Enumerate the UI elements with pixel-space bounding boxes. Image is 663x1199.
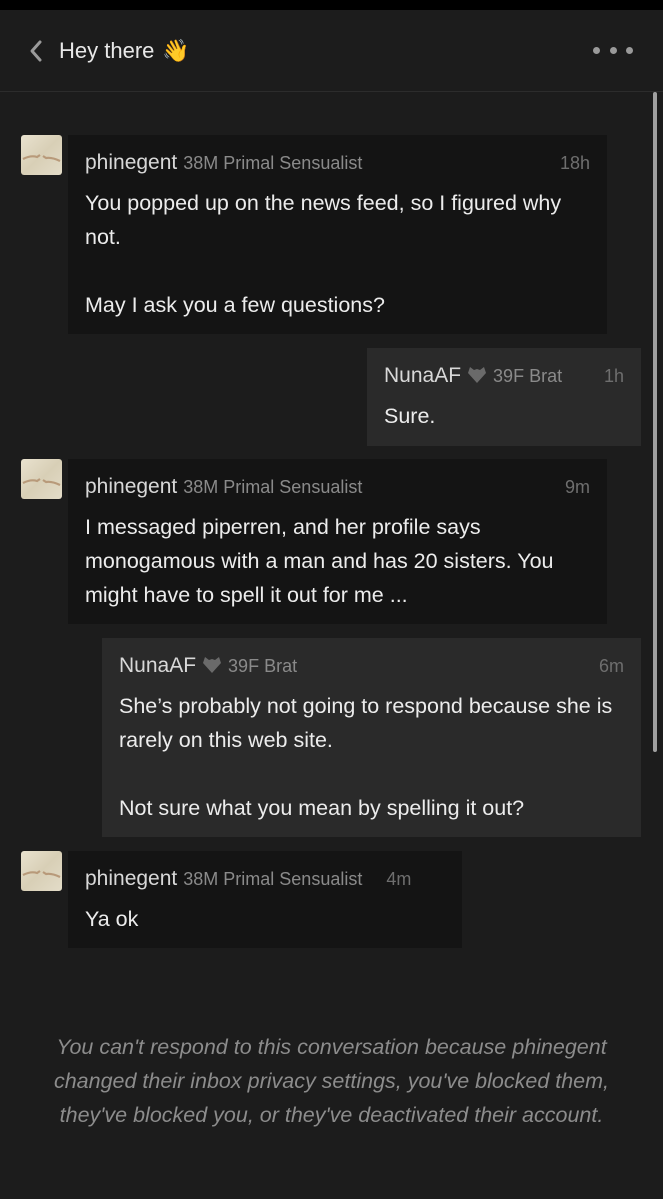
- status-bar-strip: [0, 0, 663, 10]
- message-time: 1h: [603, 366, 624, 386]
- back-button[interactable]: [22, 36, 50, 66]
- message-time: 6m: [598, 656, 624, 676]
- message-time: 4m: [386, 869, 412, 889]
- message-bubble: phinegent 38M Primal Sensualist 18h You …: [68, 135, 607, 334]
- sender-details: 39F Brat: [493, 366, 563, 386]
- message-time: 18h: [559, 153, 590, 173]
- blocked-conversation-notice: You can't respond to this conversation b…: [53, 1035, 610, 1127]
- dot-icon: [593, 46, 600, 54]
- sender-details: 38M Primal Sensualist: [183, 477, 363, 497]
- sender-details: 38M Primal Sensualist: [183, 869, 363, 889]
- message-text: You popped up on the news feed, so I fig…: [85, 191, 562, 317]
- message-bubble: NunaAF 39F Brat 1h Sure.: [367, 348, 641, 446]
- message-bubble: phinegent 38M Primal Sensualist 9m I mes…: [68, 459, 607, 624]
- message-text: She’s probably not going to respond beca…: [119, 694, 613, 820]
- message-bubble: phinegent 38M Primal Sensualist 4m Ya ok: [68, 851, 462, 948]
- conversation-title: Hey there 👋: [59, 34, 190, 68]
- dot-icon: [626, 46, 633, 54]
- message-bubble: NunaAF 39F Brat 6m She’s probably not go…: [102, 638, 641, 837]
- conversation-header: Hey there 👋: [0, 10, 663, 92]
- heart-icon: [467, 366, 487, 389]
- sender-details: 38M Primal Sensualist: [183, 153, 363, 173]
- sender-name[interactable]: phinegent: [85, 867, 177, 891]
- message-text: Ya ok: [85, 907, 139, 931]
- sender-name[interactable]: phinegent: [85, 151, 177, 175]
- dot-icon: [609, 46, 617, 54]
- more-options-button[interactable]: [593, 38, 633, 62]
- avatar-phinegent[interactable]: [21, 135, 62, 175]
- chevron-left-icon: [30, 40, 42, 62]
- message-text: Sure.: [384, 404, 436, 428]
- message-text: I messaged piperren, and her profile say…: [85, 515, 554, 607]
- avatar-image: [22, 478, 61, 486]
- sender-name[interactable]: NunaAF: [384, 364, 461, 388]
- sender-name[interactable]: phinegent: [85, 475, 177, 499]
- conversation-title-text: Hey there: [59, 38, 155, 63]
- avatar-image: [22, 154, 61, 162]
- avatar-phinegent[interactable]: [21, 459, 62, 499]
- avatar-phinegent[interactable]: [21, 851, 62, 891]
- waving-hand-icon: 👋: [162, 38, 190, 63]
- scrollbar[interactable]: [653, 92, 657, 752]
- sender-name[interactable]: NunaAF: [119, 654, 196, 678]
- avatar-image: [22, 870, 61, 878]
- sender-details: 39F Brat: [228, 656, 298, 676]
- message-time: 9m: [564, 477, 590, 497]
- heart-icon: [202, 656, 222, 679]
